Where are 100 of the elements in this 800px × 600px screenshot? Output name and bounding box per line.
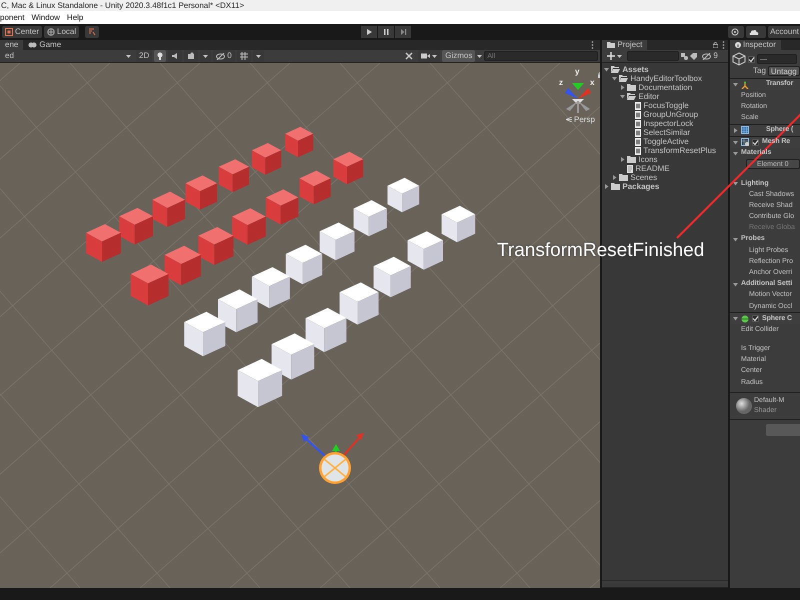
- expanded-arrow-icon[interactable]: [733, 282, 738, 287]
- more-options-icon[interactable]: [591, 41, 594, 49]
- tree-item[interactable]: Assets: [622, 64, 649, 74]
- cube: [340, 282, 379, 325]
- sphere-icon: [741, 314, 749, 323]
- expanded-arrow-icon[interactable]: [620, 94, 626, 99]
- cube: [218, 289, 258, 332]
- play-button[interactable]: [361, 26, 377, 38]
- expanded-arrow-icon[interactable]: [612, 76, 618, 81]
- panel-tab[interactable]: Project: [602, 40, 648, 50]
- caret-icon[interactable]: [203, 54, 208, 58]
- caret-dropdown[interactable]: [252, 50, 264, 62]
- cube: [300, 170, 331, 204]
- effects-toggle[interactable]: [184, 50, 198, 62]
- expanded-arrow-icon[interactable]: [604, 67, 610, 72]
- caret-icon[interactable]: [477, 54, 482, 58]
- account-button[interactable]: Account: [768, 26, 800, 38]
- menu-item[interactable]: Help: [66, 12, 84, 22]
- 2d-toggle[interactable]: 2D: [136, 50, 152, 62]
- collapsed-arrow-icon[interactable]: [620, 85, 626, 90]
- cloud-button[interactable]: [746, 26, 766, 38]
- grid-icon: [741, 126, 749, 134]
- checkmark-icon: [752, 315, 759, 322]
- tree-item[interactable]: Scenes: [630, 172, 658, 182]
- audio-toggle[interactable]: [168, 50, 182, 62]
- filter-type-icon[interactable]: [681, 52, 688, 60]
- lock-icon[interactable]: [713, 42, 718, 48]
- tree-item[interactable]: InspectorLock: [643, 118, 694, 128]
- search-field[interactable]: [627, 51, 680, 61]
- play-icon: [365, 28, 373, 36]
- expanded-arrow-icon[interactable]: [733, 316, 738, 322]
- shading-dropdown[interactable]: ed: [2, 50, 134, 62]
- panel-tab[interactable]: Inspector: [730, 40, 781, 50]
- expanded-arrow-icon[interactable]: [733, 82, 738, 87]
- tree-item[interactable]: TransformResetPlus: [643, 146, 716, 156]
- tree-item[interactable]: Packages: [622, 182, 660, 192]
- step-button[interactable]: [395, 26, 411, 38]
- caret-dropdown[interactable]: [200, 50, 212, 62]
- tree-item[interactable]: Editor: [638, 92, 660, 102]
- tree-item[interactable]: ToggleActive: [643, 136, 689, 146]
- effects-icon: [187, 52, 196, 60]
- caret-icon[interactable]: [617, 54, 622, 58]
- label-icon[interactable]: [690, 52, 698, 60]
- pause-icon: [382, 28, 390, 36]
- grid-toggle[interactable]: [236, 50, 251, 62]
- camera-button[interactable]: [418, 50, 440, 62]
- cube: [218, 159, 250, 192]
- tag-label: Tag: [753, 66, 766, 76]
- grid-icon: [741, 138, 749, 146]
- hidden-packages-toggle[interactable]: 9: [699, 50, 721, 62]
- expanded-arrow-icon[interactable]: [733, 181, 738, 186]
- menu-item[interactable]: ponent: [0, 12, 24, 22]
- cube: [374, 256, 411, 298]
- tree-item[interactable]: Documentation: [638, 82, 692, 92]
- open-folder-icon: [627, 93, 636, 100]
- pivot-button[interactable]: Center: [2, 26, 42, 38]
- panel-tab[interactable]: Game: [23, 40, 66, 50]
- lighting-toggle[interactable]: [154, 50, 166, 62]
- checkbox[interactable]: [752, 315, 759, 322]
- pivot-button[interactable]: Local: [44, 26, 80, 38]
- projection-label[interactable]: Persp: [566, 115, 595, 124]
- collapsed-arrow-icon[interactable]: [620, 157, 626, 162]
- expanded-arrow-icon[interactable]: [733, 236, 738, 242]
- panel-tab[interactable]: ene: [0, 40, 24, 50]
- caret-icon[interactable]: [256, 54, 261, 58]
- checkmark-icon: [752, 138, 759, 146]
- transform-icon: [741, 80, 749, 88]
- snap-button[interactable]: [85, 26, 100, 38]
- cube: [86, 224, 121, 262]
- tree-item[interactable]: SelectSimilar: [643, 128, 690, 138]
- hidden-toggle[interactable]: 0: [213, 50, 235, 62]
- checkbox[interactable]: [752, 138, 759, 146]
- sphere-icon: [736, 398, 752, 414]
- collapsed-arrow-icon[interactable]: [604, 184, 610, 189]
- tree-item[interactable]: GroupUnGroup: [643, 110, 698, 120]
- cube: [266, 189, 298, 225]
- pause-button[interactable]: [378, 26, 394, 38]
- collapsed-arrow-icon[interactable]: [612, 175, 618, 180]
- tag-dropdown[interactable]: Untagg: [768, 66, 800, 76]
- checkbox[interactable]: [748, 56, 755, 62]
- history-button[interactable]: [728, 26, 744, 38]
- tree-item[interactable]: Icons: [638, 154, 658, 164]
- expanded-arrow-icon[interactable]: [733, 150, 738, 156]
- tree-item[interactable]: FocusToggle: [643, 100, 689, 110]
- more-options-icon[interactable]: [722, 41, 725, 49]
- hidden-eye-icon: [702, 52, 712, 60]
- gizmos-dropdown[interactable]: Gizmos: [442, 50, 476, 62]
- menu-item[interactable]: Window: [31, 12, 60, 22]
- tree-item[interactable]: README: [635, 164, 670, 174]
- collapsed-arrow-icon[interactable]: [733, 128, 738, 133]
- caret-icon[interactable]: [432, 54, 438, 58]
- cube: [306, 308, 346, 352]
- axis-label: z: [559, 78, 563, 88]
- caret-icon[interactable]: [126, 54, 131, 58]
- tree-item[interactable]: HandyEditorToolbox: [630, 74, 702, 84]
- cube: [388, 178, 420, 212]
- sphere-with-move-gizmo-drawing: [301, 433, 364, 484]
- perspective-icon: [566, 117, 572, 122]
- checkmark-icon: [748, 56, 755, 62]
- expanded-arrow-icon[interactable]: [733, 140, 738, 145]
